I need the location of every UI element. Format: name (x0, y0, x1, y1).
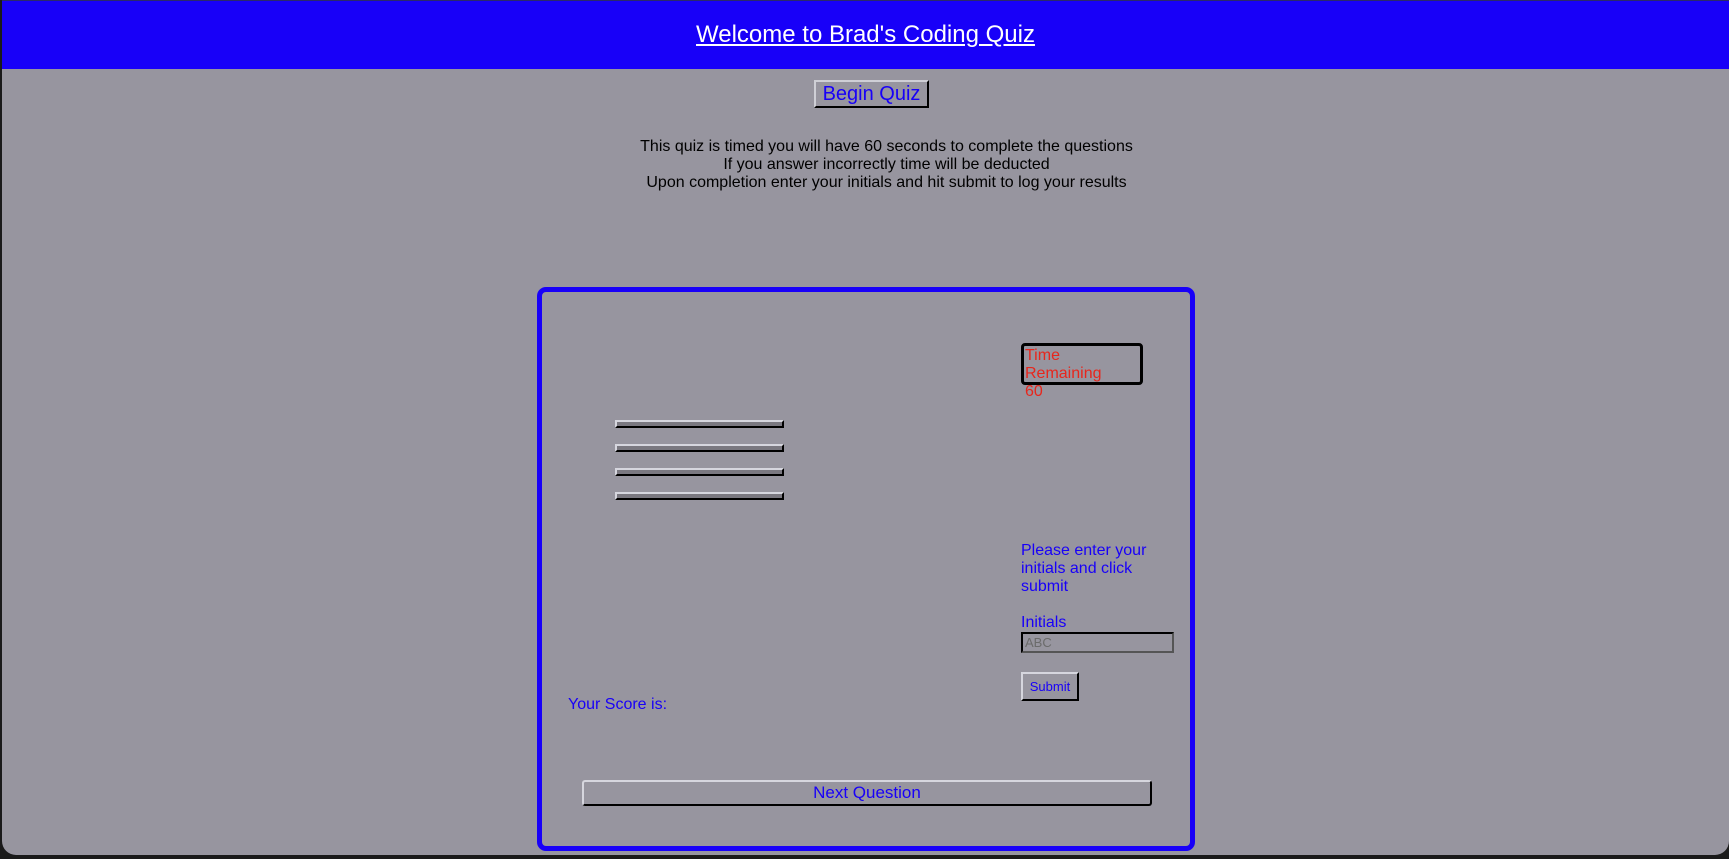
timer-label: Time Remaining (1025, 347, 1102, 382)
begin-quiz-button[interactable]: Begin Quiz (814, 80, 929, 108)
initials-label: Initials (1021, 614, 1067, 631)
initials-input[interactable] (1021, 632, 1174, 653)
page: Welcome to Brad's Coding Quiz Begin Quiz… (2, 0, 1729, 855)
score-label: Your Score is: (568, 696, 668, 713)
quiz-container: Time Remaining 60 Please enter your init… (537, 287, 1195, 851)
instruction-line: Upon completion enter your initials and … (646, 174, 1127, 191)
page-title: Welcome to Brad's Coding Quiz (696, 21, 1035, 48)
answer-button-1[interactable] (615, 420, 784, 428)
timer-box: Time Remaining 60 (1021, 343, 1143, 400)
answer-button-3[interactable] (615, 468, 784, 476)
timer-value: 60 (1025, 383, 1043, 400)
answer-button-2[interactable] (615, 444, 784, 452)
initials-prompt: Please enter your initials and click sub… (1021, 542, 1147, 595)
submit-button[interactable]: Submit (1021, 672, 1079, 701)
instructions: This quiz is timed you will have 60 seco… (2, 138, 1729, 192)
instruction-line: If you answer incorrectly time will be d… (723, 156, 1050, 173)
next-question-button[interactable]: Next Question (582, 780, 1152, 806)
header-bar: Welcome to Brad's Coding Quiz (2, 0, 1729, 69)
instruction-line: This quiz is timed you will have 60 seco… (640, 138, 1133, 155)
answer-button-4[interactable] (615, 492, 784, 500)
